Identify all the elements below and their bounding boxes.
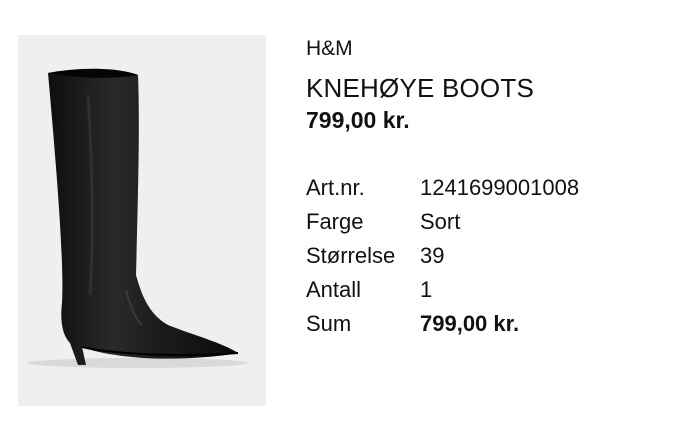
color-label: Farge xyxy=(306,209,364,234)
boot-illustration xyxy=(28,68,248,368)
detail-row-article: Art.nr. 1241699001008 xyxy=(306,171,686,205)
product-price: 799,00 kr. xyxy=(306,107,410,133)
floor-shadow xyxy=(28,358,248,368)
detail-row-size: Størrelse 39 xyxy=(306,239,686,273)
article-value: 1241699001008 xyxy=(420,175,580,200)
sum-value: 799,00 kr. xyxy=(420,311,520,336)
brand-name: H&M xyxy=(306,37,353,60)
product-title: KNEHØYE BOOTS xyxy=(306,73,534,103)
article-label: Art.nr. xyxy=(306,175,365,200)
size-label: Størrelse xyxy=(306,243,396,268)
quantity-label: Antall xyxy=(306,277,362,302)
boot-body xyxy=(48,70,238,365)
sum-label: Sum xyxy=(306,311,352,336)
detail-row-sum: Sum 799,00 kr. xyxy=(306,307,686,341)
quantity-value: 1 xyxy=(420,277,433,302)
size-value: 39 xyxy=(420,243,445,268)
order-details: Art.nr. 1241699001008 Farge Sort Størrel… xyxy=(306,171,686,341)
detail-row-color: Farge Sort xyxy=(306,205,686,239)
product-image xyxy=(18,35,266,406)
color-value: Sort xyxy=(420,209,461,234)
product-info: H&M KNEHØYE BOOTS 799,00 kr. Art.nr. 124… xyxy=(306,36,686,341)
detail-row-quantity: Antall 1 xyxy=(306,273,686,307)
